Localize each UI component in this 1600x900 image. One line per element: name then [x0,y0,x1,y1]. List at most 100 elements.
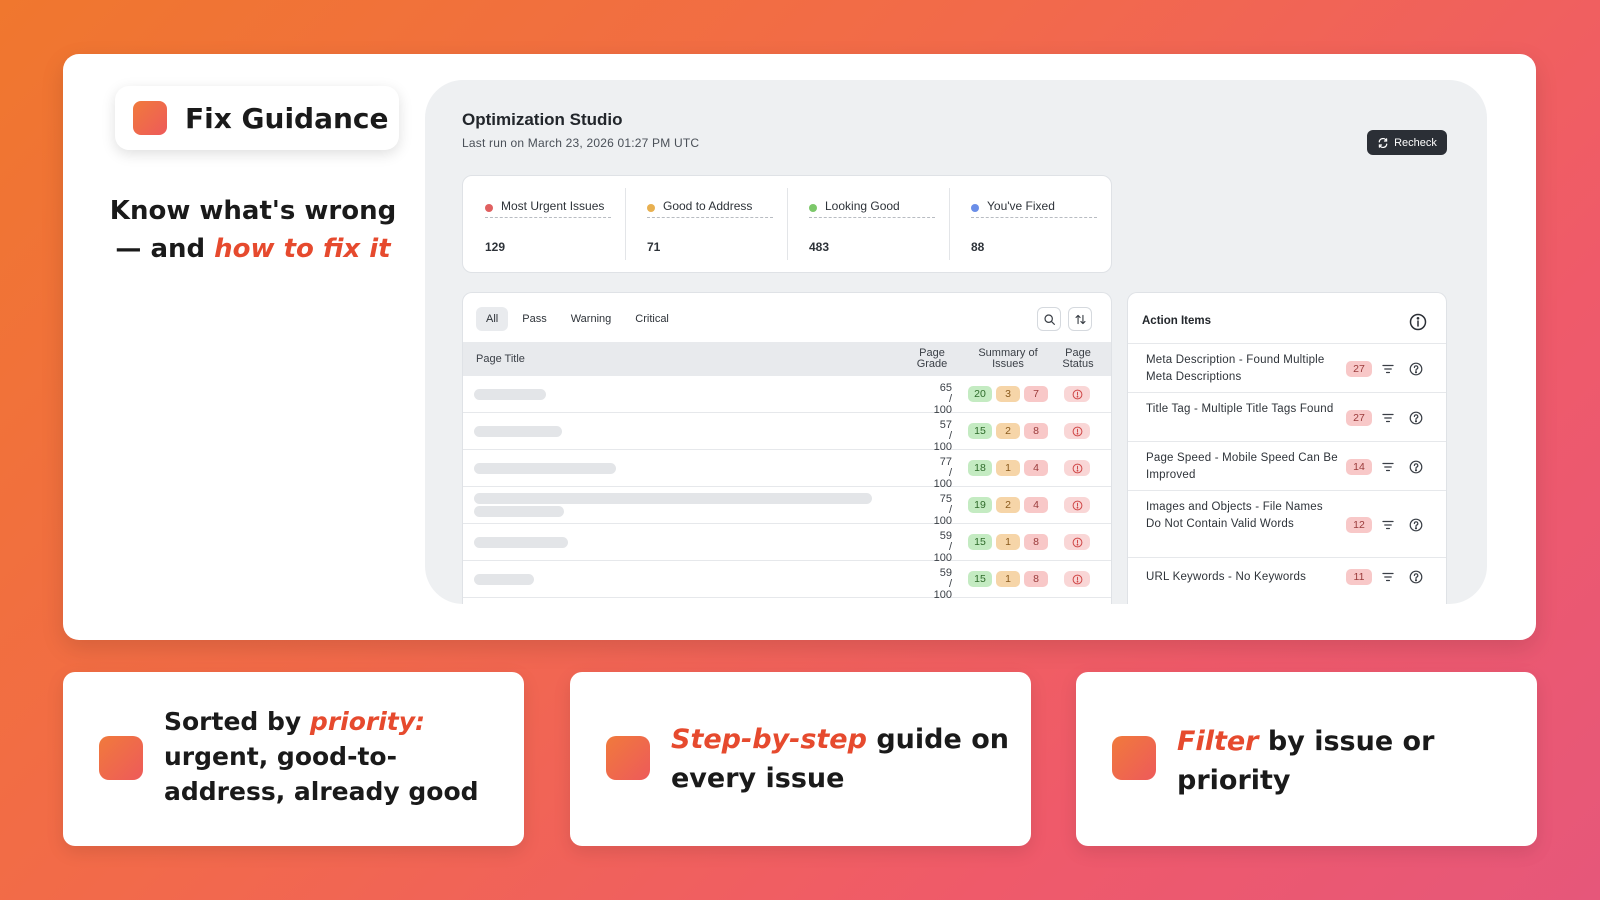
warning-count-badge: 2 [996,497,1020,513]
page-status-badge[interactable] [1064,460,1090,476]
stat-label-text: Looking Good [825,199,900,213]
page-title-placeholder [474,463,616,474]
warning-count-badge: 2 [996,423,1020,439]
help-icon[interactable] [1409,460,1423,474]
action-item-count-badge: 27 [1346,410,1372,426]
stats-summary: Most Urgent Issues 129 Good to Address 71 Lo… [462,175,1112,273]
feature-highlight: Step-by-step [671,724,867,755]
pass-count-badge: 18 [968,460,992,476]
gradient-square-icon [1112,736,1156,780]
feature-card-step-by-step: Step-by-step guide on every issue [570,672,1031,846]
stat-card[interactable]: Good to Address 71 [625,176,787,272]
action-items-title: Action Items [1142,315,1212,327]
page-title-placeholder [474,493,872,504]
recheck-button[interactable]: Recheck [1367,130,1447,155]
action-item[interactable]: Meta Description - Found Multiple Meta D… [1128,343,1446,392]
stat-card[interactable]: Looking Good 483 [787,176,949,272]
table-row[interactable]: 77 / 100 18 1 4 [463,450,1111,490]
page-status-badge[interactable] [1064,497,1090,513]
tagline-highlight: how to fix it [214,234,391,264]
help-icon[interactable] [1409,362,1423,376]
main-card: Fix Guidance Know what's wrong — and how… [63,54,1536,640]
tab-pass[interactable]: Pass [512,307,556,331]
page-status-badge[interactable] [1064,571,1090,587]
action-item-count-badge: 12 [1346,517,1372,533]
table-row[interactable]: 59 / 100 15 1 8 [463,561,1111,601]
action-item-count-badge: 27 [1346,361,1372,377]
info-icon[interactable] [1409,313,1427,331]
action-item-text: Images and Objects - File Names Do Not C… [1146,501,1323,530]
action-item[interactable]: URL Keywords - No Keywords 11 [1128,557,1446,595]
table-row[interactable]: 57 / 100 15 2 8 [463,413,1111,453]
alert-icon [1072,463,1082,473]
help-icon[interactable] [1409,411,1423,425]
critical-count-badge: 4 [1024,460,1048,476]
fix-guidance-pill: Fix Guidance [115,86,399,150]
status-dot-icon [647,204,655,212]
pages-table: All Pass Warning Critical Page Title Page G… [462,292,1112,604]
page-title-placeholder [474,537,568,548]
filter-icon[interactable] [1381,460,1395,474]
action-item[interactable]: Title Tag - Multiple Title Tags Found 27 [1128,392,1446,441]
gradient-square-icon [606,736,650,780]
status-dot-icon [809,204,817,212]
pass-count-badge: 20 [968,386,992,402]
feature-text-filter: Filter by issue or priority [1177,722,1447,800]
filter-icon[interactable] [1381,518,1395,532]
page-status-badge[interactable] [1064,386,1090,402]
action-item-count-badge: 11 [1346,569,1372,585]
col-page-grade[interactable]: Page Grade [910,348,954,370]
pass-count-badge: 15 [968,571,992,587]
warning-count-badge: 1 [996,534,1020,550]
stat-label: Most Urgent Issues [485,198,611,218]
tab-all[interactable]: All [476,307,509,331]
tagline-line-1: Know what's wrong [109,196,397,226]
action-item-text: URL Keywords - No Keywords [1146,571,1307,583]
search-icon [1043,313,1055,325]
critical-count-badge: 7 [1024,386,1048,402]
help-icon[interactable] [1409,518,1423,532]
issue-summary: 20 3 7 [968,386,1048,402]
tab-warning[interactable]: Warning [561,307,622,331]
table-row[interactable]: 65 / 100 20 3 7 [463,376,1111,416]
filter-icon[interactable] [1381,362,1395,376]
table-row[interactable]: 75 / 100 19 2 4 [463,487,1111,527]
stat-value: 71 [647,240,661,254]
issue-summary: 19 2 4 [968,497,1048,513]
warning-count-badge: 3 [996,386,1020,402]
col-summary-of-issues[interactable]: Summary of Issues [969,348,1047,370]
stat-card[interactable]: Most Urgent Issues 129 [463,176,625,272]
page-title-placeholder [474,506,564,517]
action-item[interactable]: Images and Objects - File Names Do Not C… [1128,490,1446,557]
tab-critical[interactable]: Critical [625,307,679,331]
pass-count-badge: 15 [968,534,992,550]
page-title-placeholder [474,426,562,437]
action-items-panel: Action Items Meta Description - Found Mu… [1127,292,1447,604]
stat-card[interactable]: You've Fixed 88 [949,176,1111,272]
search-button[interactable] [1037,307,1061,331]
page-status-badge[interactable] [1064,534,1090,550]
table-row[interactable]: 59 / 100 15 1 8 [463,524,1111,564]
filter-icon[interactable] [1381,411,1395,425]
action-item-text: Meta Description - Found Multiple Meta D… [1146,354,1325,383]
page-grade: 57 / 100 [933,419,952,453]
table-header: Page Title Page Grade Summary of Issues … [463,342,1111,376]
page-grade: 65 / 100 [933,382,952,416]
action-item[interactable]: Page Speed - Mobile Speed Can Be Improve… [1128,441,1446,490]
stat-label: Looking Good [809,198,935,218]
gradient-square-icon [99,736,143,780]
critical-count-badge: 8 [1024,423,1048,439]
stat-value: 129 [485,240,506,254]
action-item-text: Title Tag - Multiple Title Tags Found [1146,403,1334,415]
stat-value: 88 [971,240,985,254]
page-status-badge[interactable] [1064,423,1090,439]
col-page-status[interactable]: Page Status [1057,348,1099,370]
sort-button[interactable] [1068,307,1092,331]
filter-icon[interactable] [1381,570,1395,584]
feature-highlight: priority: [309,707,426,736]
warning-count-badge: 1 [996,571,1020,587]
help-icon[interactable] [1409,570,1423,584]
col-page-title[interactable]: Page Title [476,354,525,365]
optimization-studio-panel: Optimization Studio Last run on March 23… [425,80,1487,604]
status-dot-icon [971,204,979,212]
